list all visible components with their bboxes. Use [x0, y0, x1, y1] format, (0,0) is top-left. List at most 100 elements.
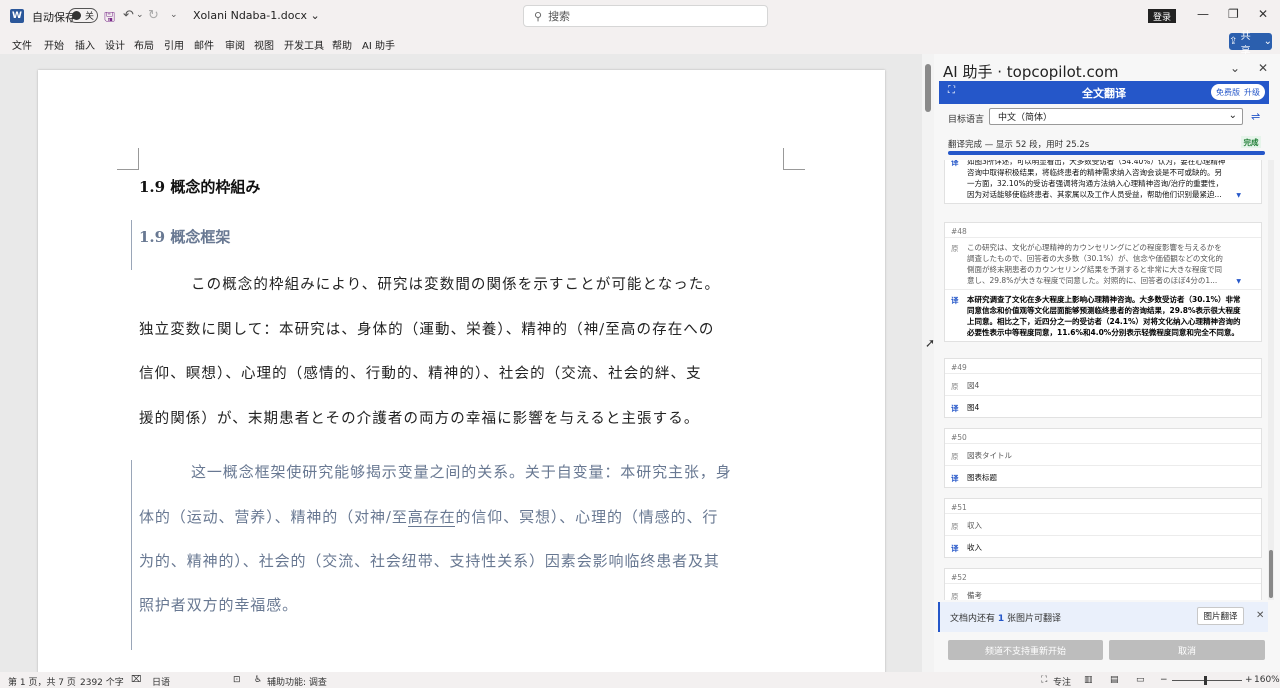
translation-marker-bar — [131, 220, 132, 270]
segment-number: #51 — [951, 503, 967, 512]
translation-row: 译收入 — [945, 535, 1261, 557]
progress-bar — [948, 151, 1265, 155]
source-row: 原図表タイトル — [945, 443, 1261, 465]
document-canvas[interactable]: 1.9 概念的枠組み 1.9 概念框架 この概念的枠組みにより、研究は変数間の関… — [0, 54, 922, 672]
cancel-button[interactable]: 取消 — [1109, 640, 1265, 660]
zoom-in-icon[interactable]: + — [1245, 675, 1253, 685]
search-input[interactable]: ⚲ 搜索 — [523, 5, 768, 27]
chevron-down-icon: ⌄ — [310, 9, 320, 22]
target-language-value: 中文（简体） — [998, 113, 1053, 123]
segment-text-line: この研究は、文化が心理精神的カウンセリングにどの程度影響を与えるかを — [967, 243, 1222, 252]
heading-translated: 1.9 概念框架 — [139, 228, 231, 246]
redo-icon[interactable]: ↻ — [148, 8, 159, 23]
language-indicator[interactable]: 日语 — [152, 675, 170, 688]
save-icon[interactable]: 🖫 — [104, 8, 115, 30]
page-count[interactable]: 第 1 页，共 7 页 — [8, 675, 76, 688]
document-title[interactable]: Xolani Ndaba-1.docx ⌄ — [193, 9, 320, 22]
zoom-slider-knob[interactable] — [1204, 676, 1207, 685]
mouse-pointer-icon: ➚ — [925, 336, 936, 350]
tab-developer[interactable]: 开发工具 — [284, 37, 324, 52]
document-page[interactable]: 1.9 概念的枠組み 1.9 概念框架 この概念的枠組みにより、研究は変数間の関… — [38, 70, 885, 672]
image-notice-text-pre: 文档内还有 — [950, 614, 996, 624]
translation-list[interactable]: 译 如图3所详述，可以明显看出，大多数受访者（54.40%）认为，要在心理精神 咨询… — [944, 160, 1264, 600]
translation-card[interactable]: #49 原図4 译图4 — [944, 358, 1262, 418]
word-count[interactable]: 2392 个字 — [80, 675, 124, 688]
segment-number: #52 — [951, 573, 967, 582]
read-mode-icon[interactable]: ▥ — [1084, 675, 1093, 685]
upgrade-badge[interactable]: 免费版 升级 — [1211, 84, 1265, 100]
image-count: 1 — [997, 614, 1005, 624]
tab-layout[interactable]: 布局 — [134, 37, 154, 52]
share-button[interactable]: ⇪ 共享 ⌄ — [1229, 31, 1272, 57]
focus-mode[interactable]: 专注 — [1053, 675, 1071, 688]
tab-home[interactable]: 开始 — [44, 37, 64, 52]
document-scrollbar[interactable] — [922, 54, 934, 672]
image-notice-text: 文档内还有 1 张图片可翻译 — [950, 611, 1061, 624]
translation-row: 译 如图3所详述，可以明显看出，大多数受访者（54.40%）认为，要在心理精神 咨询… — [945, 160, 1261, 203]
customize-toolbar-icon[interactable]: ⌄ — [170, 10, 178, 20]
print-layout-icon[interactable]: ▤ — [1110, 675, 1119, 685]
undo-dropdown-icon[interactable]: ⌄ — [136, 10, 144, 20]
segment-text-line: 必要性表示中等程度同意，11.6%和4.0%分别表示轻微程度同意和完全不同意。 — [967, 328, 1239, 337]
image-translate-button[interactable]: 图片翻译 — [1197, 607, 1244, 625]
close-icon[interactable]: ✕ — [1258, 7, 1268, 21]
translation-card[interactable]: #50 原図表タイトル译图表标题 — [944, 428, 1262, 488]
translation-card[interactable]: 译 如图3所详述，可以明显看出，大多数受访者（54.40%）认为，要在心理精神 咨询… — [944, 160, 1262, 204]
settings-icon[interactable]: ⇌ — [1251, 110, 1260, 123]
tab-references[interactable]: 引用 — [164, 37, 184, 52]
segment-number: #49 — [951, 363, 967, 372]
undo-icon[interactable]: ↶ — [123, 8, 134, 23]
translation-card[interactable]: #48 原この研究は、文化が心理精神的カウンセリングにどの程度影響を与えるかを 調査… — [944, 222, 1262, 342]
paragraph-line-ja: 援的関係）が、末期患者とその介護者の両方の幸福に影響を与えると主張する。 — [139, 411, 700, 427]
panel-scrollbar[interactable] — [1268, 160, 1274, 600]
expand-more-icon[interactable]: ▼ — [1236, 278, 1241, 285]
translation-card[interactable]: #51 原収入译收入 — [944, 498, 1262, 558]
macro-icon[interactable]: ⊡ — [233, 675, 241, 685]
tab-help[interactable]: 帮助 — [332, 37, 352, 52]
plan-label: 免费版 — [1216, 87, 1240, 97]
translation-icon: 译 — [951, 544, 959, 553]
zoom-level[interactable]: 160% — [1254, 675, 1280, 685]
zoom-out-icon[interactable]: − — [1160, 675, 1168, 685]
tab-view[interactable]: 视图 — [254, 37, 274, 52]
image-translate-notice: 文档内还有 1 张图片可翻译 图片翻译 ✕ — [938, 602, 1268, 632]
scrollbar-thumb[interactable] — [1269, 550, 1273, 598]
source-text-icon: 原 — [951, 522, 959, 531]
underlined-text-run: 高存在 — [407, 508, 456, 527]
chevron-down-icon[interactable]: ⌄ — [1230, 61, 1240, 75]
segment-text-line: 収入 — [967, 521, 982, 530]
tab-mailings[interactable]: 邮件 — [194, 37, 214, 52]
tab-insert[interactable]: 插入 — [75, 37, 95, 52]
scrollbar-thumb[interactable] — [925, 64, 931, 112]
target-language-select[interactable]: 中文（简体） ⌄ — [989, 108, 1243, 125]
tab-design[interactable]: 设计 — [105, 37, 125, 52]
maximize-icon[interactable]: ❐ — [1228, 7, 1239, 21]
tab-review[interactable]: 审阅 — [225, 37, 245, 52]
expand-more-icon[interactable]: ▼ — [1236, 192, 1241, 199]
close-panel-icon[interactable]: ✕ — [1258, 61, 1268, 75]
tab-ai-assistant[interactable]: AI 助手 — [362, 37, 395, 52]
translation-card[interactable]: #52 原備考 — [944, 568, 1262, 600]
segment-number: #50 — [951, 433, 967, 442]
restart-button[interactable]: 频道不支持重新开始 — [948, 640, 1103, 660]
zoom-slider[interactable] — [1172, 680, 1242, 681]
autosave-toggle[interactable]: 关 — [68, 8, 98, 23]
source-row: 原図4 — [945, 373, 1261, 395]
segment-text-line: 收入 — [967, 543, 982, 552]
minimize-icon[interactable]: — — [1197, 7, 1209, 21]
status-bar: 第 1 页，共 7 页 2392 个字 ⌧ 日语 ⊡ ♿ 辅助功能: 调查 ⛶ … — [0, 672, 1280, 688]
paragraph-line-zh: 这一概念框架使研究能够揭示变量之间的关系。关于自变量：本研究主张，身 — [191, 463, 732, 481]
web-layout-icon[interactable]: ▭ — [1136, 675, 1145, 685]
translation-icon: 译 — [951, 160, 959, 167]
accessibility-status[interactable]: 辅助功能: 调查 — [267, 675, 327, 688]
chevron-down-icon: ⌄ — [1228, 110, 1237, 121]
segment-text-line: 意し、29.8%が大きな程度で同意した。対照的に、回答者のほぼ4分の1... — [967, 276, 1218, 285]
autosave-state: 关 — [85, 12, 95, 22]
login-button[interactable]: 登录 — [1148, 9, 1176, 23]
segment-text-line: 本研究调查了文化在多大程度上影响心理精神咨询。大多数受访者（30.1%）非常 — [967, 295, 1241, 304]
translation-icon: 译 — [951, 296, 959, 305]
paragraph-line-ja: この概念的枠組みにより、研究は変数間の関係を示すことが可能となった。 — [191, 277, 721, 293]
dismiss-icon[interactable]: ✕ — [1256, 610, 1264, 621]
proofing-icon[interactable]: ⌧ — [131, 675, 141, 685]
tab-file[interactable]: 文件 — [12, 37, 32, 52]
